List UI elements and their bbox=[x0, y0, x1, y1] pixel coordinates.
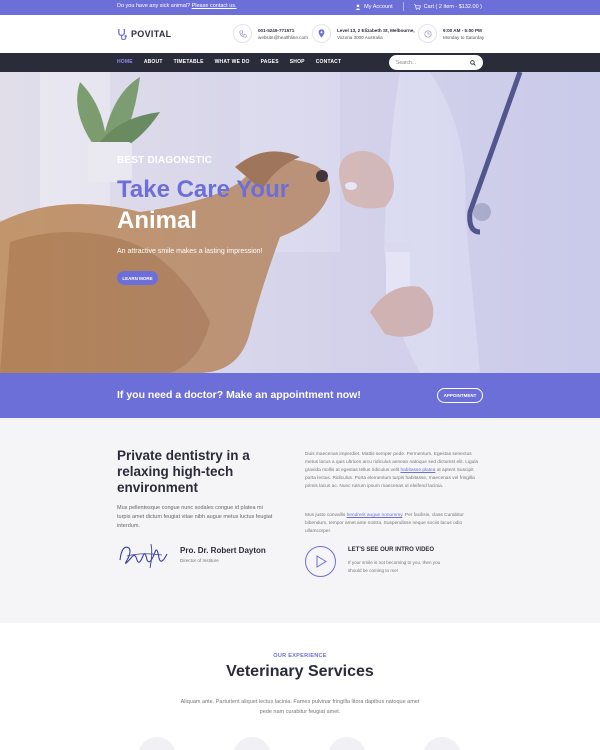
signature-image bbox=[119, 543, 168, 569]
address-line1: Level 13, 2 Elizabeth St, Melbourne, bbox=[337, 27, 415, 33]
learn-more-button[interactable]: LEARN MORE bbox=[117, 271, 158, 285]
nav-item-contact[interactable]: CONTACT bbox=[316, 59, 341, 65]
phone-number: 001-5249-771571 bbox=[258, 27, 295, 33]
phone-info: 001-5249-771571 website@healthline.com bbox=[258, 27, 308, 41]
header-address: Level 13, 2 Elizabeth St, Melbourne, Vic… bbox=[312, 24, 415, 43]
search-box bbox=[389, 55, 483, 70]
contact-link[interactable]: Please contact us. bbox=[192, 3, 237, 9]
logo[interactable]: POVITAL bbox=[117, 28, 171, 40]
logo-text: POVITAL bbox=[131, 29, 172, 39]
doctor-role: Director of Institure bbox=[180, 558, 219, 563]
clock-icon bbox=[423, 29, 432, 38]
nav-item-about[interactable]: ABOUT bbox=[144, 59, 163, 65]
service-icon-circle bbox=[138, 737, 176, 750]
about-paragraph-2: Mus justo convallis hendrerit augue nonu… bbox=[305, 512, 483, 536]
map-pin-icon bbox=[318, 29, 325, 38]
hero-banner: BEST DIAGONSTIC Take Care Your Animal An… bbox=[0, 72, 600, 373]
services-section: OUR EXPERIENCE Veterinary Services Aliqu… bbox=[0, 623, 600, 750]
doctor-name: Pro. Dr. Robert Dayton bbox=[180, 546, 266, 555]
about-p1-link[interactable]: habitasse platea bbox=[400, 468, 435, 473]
stethoscope-logo-icon bbox=[118, 28, 127, 40]
cart-label: Cart ( 2 item - $132.00 ) bbox=[423, 3, 482, 10]
nav-item-timetable[interactable]: TIMETABLE bbox=[174, 59, 204, 65]
top-bar: Do you have any sick animal? Please cont… bbox=[0, 0, 600, 15]
top-right-links: My Account Cart ( 2 item - $132.00 ) bbox=[355, 2, 482, 11]
phone-icon-wrap bbox=[233, 24, 252, 43]
search-input[interactable] bbox=[396, 59, 466, 66]
address-info: Level 13, 2 Elizabeth St, Melbourne, Vic… bbox=[337, 27, 415, 41]
video-play-button[interactable] bbox=[305, 546, 336, 577]
services-description: Aliquam ante. Parturient aliquet lectus … bbox=[180, 699, 420, 715]
hours-days: Monday to Saturday bbox=[443, 34, 485, 40]
user-icon bbox=[355, 3, 361, 10]
about-section: Private dentistry in a relaxing high-tec… bbox=[0, 418, 600, 623]
hero-subtitle: BEST DIAGONSTIC bbox=[117, 155, 213, 166]
about-paragraph-1: Duis maecenas imperdiet. Mattis semper p… bbox=[305, 451, 483, 491]
my-account-label: My Account bbox=[364, 3, 393, 10]
top-promo: Do you have any sick animal? Please cont… bbox=[117, 3, 237, 9]
main-nav: HOME ABOUT TIMETABLE WHAT WE DO PAGES SH… bbox=[0, 53, 600, 72]
intro-video-text: If your smile is not becoming to you, th… bbox=[348, 560, 441, 573]
nav-menu: HOME ABOUT TIMETABLE WHAT WE DO PAGES SH… bbox=[117, 59, 341, 65]
hours-time: 9:00 AM - 5:00 PM bbox=[443, 27, 482, 33]
about-p2-before: Mus justo convallis bbox=[305, 513, 347, 518]
about-lead: Mus pellentesque congue nunc sodales con… bbox=[117, 505, 273, 529]
clock-icon-wrap bbox=[418, 24, 437, 43]
hours-info: 9:00 AM - 5:00 PM Monday to Saturday bbox=[443, 27, 484, 41]
nav-item-what-we-do[interactable]: WHAT WE DO bbox=[215, 59, 250, 65]
hero-description: An attractive smile makes a lasting impr… bbox=[117, 248, 263, 255]
about-title: Private dentistry in a relaxing high-tec… bbox=[117, 448, 250, 495]
services-title: Veterinary Services bbox=[226, 663, 374, 680]
service-icon-circle bbox=[233, 737, 271, 750]
hero-overlay bbox=[0, 72, 600, 373]
my-account-link[interactable]: My Account bbox=[355, 3, 393, 10]
header-phone: 001-5249-771571 website@healthline.com bbox=[233, 24, 308, 43]
nav-item-shop[interactable]: SHOP bbox=[290, 59, 305, 65]
phone-icon bbox=[238, 29, 247, 38]
location-icon-wrap bbox=[312, 24, 331, 43]
play-icon bbox=[316, 555, 327, 568]
services-eyebrow: OUR EXPERIENCE bbox=[273, 653, 327, 659]
promo-text: Do you have any sick animal? bbox=[117, 3, 191, 9]
hero-title-line1: Take Care Your bbox=[117, 176, 290, 203]
service-icon-circle bbox=[328, 737, 366, 750]
nav-item-pages[interactable]: PAGES bbox=[261, 59, 279, 65]
nav-item-home[interactable]: HOME bbox=[117, 59, 133, 65]
appointment-band: If you need a doctor? Make an appointmen… bbox=[0, 373, 600, 418]
header: POVITAL 001-5249-771571 website@healthli… bbox=[0, 15, 600, 53]
about-p2-link[interactable]: hendrerit augue nonummy bbox=[347, 513, 403, 518]
cart-link[interactable]: Cart ( 2 item - $132.00 ) bbox=[413, 3, 482, 10]
divider bbox=[402, 2, 404, 11]
email-address: website@healthline.com bbox=[258, 34, 308, 40]
intro-video-title: LET'S SEE OUR INTRO VIDEO bbox=[348, 547, 435, 553]
appointment-button[interactable]: APPOINTMENT bbox=[437, 388, 483, 403]
service-icon-circle bbox=[423, 737, 461, 750]
appointment-text: If you need a doctor? Make an appointmen… bbox=[117, 389, 361, 401]
address-line2: Victoria 3000 Australia bbox=[337, 34, 383, 40]
cart-icon bbox=[413, 3, 421, 10]
header-hours: 9:00 AM - 5:00 PM Monday to Saturday bbox=[418, 24, 484, 43]
search-icon[interactable] bbox=[470, 59, 476, 66]
hero-title-line2: Animal bbox=[117, 207, 198, 234]
